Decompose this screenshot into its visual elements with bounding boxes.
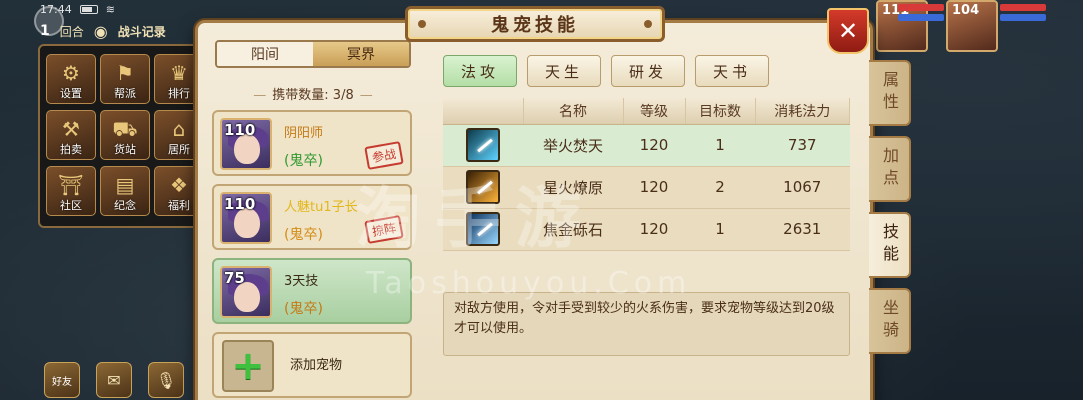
tab-attributes[interactable]: 属性 — [869, 60, 911, 126]
table-row[interactable]: 举火焚天 120 1 737 — [443, 124, 850, 167]
side-tabs: 属性 加点 技能 坐骑 — [869, 60, 911, 354]
blue-sword-skill-icon — [466, 128, 500, 162]
menu-shop[interactable]: ⛟ 货站 — [100, 110, 150, 160]
left-menu-grid: ⚙ 设置 ⚑ 帮派 ♛ 排行 ⚒ 拍卖 ⛟ 货站 ⌂ 居所 ⛩ 社区 ▤ 纪念 ❖ 福利 — [38, 44, 204, 228]
pet-avatar: 110 — [220, 192, 272, 244]
tab-add-points[interactable]: 加点 — [869, 136, 911, 202]
support-stamp: 掠阵 — [364, 215, 404, 244]
tab-research[interactable]: 研发 — [611, 55, 685, 87]
menu-memorial[interactable]: ▤ 纪念 — [100, 166, 150, 216]
book-icon: ▤ — [115, 173, 135, 197]
pet-avatar: 110 — [220, 118, 272, 170]
tab-yangjian[interactable]: 阳间 — [217, 42, 313, 66]
wifi-icon: ≋ — [105, 2, 115, 16]
pet-card-3[interactable]: 75 3天技 (鬼卒) — [212, 258, 412, 324]
pet-name: 阴阳师 — [284, 126, 324, 141]
battle-stamp: 参战 — [364, 141, 404, 170]
player-hp-bar — [1000, 4, 1046, 11]
tab-mount[interactable]: 坐骑 — [869, 288, 911, 354]
player-mp-bar — [1000, 14, 1046, 21]
menu-community[interactable]: ⛩ 社区 — [46, 166, 96, 216]
battle-log-button[interactable]: 战斗记录 — [118, 23, 166, 40]
skill-category-tabs: 法攻 天生 研发 天书 — [443, 55, 769, 87]
skill-mana: 1067 — [755, 166, 850, 209]
col-level: 等级 — [623, 98, 686, 125]
microphone-icon[interactable]: 🎙 — [148, 362, 184, 398]
realm-tabs: 阳间 冥界 — [215, 40, 411, 68]
pet-card-1[interactable]: 110 阴阳师 (鬼卒) 参战 — [212, 110, 412, 176]
bottom-toolbar: 好友 ✉ 🎙 — [44, 362, 184, 398]
chat-icon[interactable]: ✉ — [96, 362, 132, 398]
skill-level: 120 — [623, 208, 685, 251]
gavel-icon: ⚒ — [62, 117, 80, 141]
col-name: 名称 — [523, 98, 624, 125]
col-targets: 目标数 — [685, 98, 756, 125]
flame-sword-skill-icon — [466, 170, 500, 204]
pet-hp-mp-bars — [898, 4, 944, 26]
skill-level: 120 — [623, 166, 685, 209]
skill-mana: 2631 — [755, 208, 850, 251]
skill-targets: 1 — [685, 124, 755, 167]
dialog-title: 鬼宠技能 — [405, 6, 665, 42]
title-ornament-right — [644, 20, 652, 28]
skill-targets: 1 — [685, 208, 755, 251]
add-pet-button[interactable]: + 添加宠物 — [212, 332, 412, 398]
skill-name: 焦金砾石 — [523, 208, 623, 251]
pet-hp-bar — [898, 4, 944, 11]
tab-heaven-book[interactable]: 天书 — [695, 55, 769, 87]
pavilion-icon: ⛩ — [58, 173, 84, 197]
pet-type: (鬼卒) — [284, 153, 323, 169]
pet-type: (鬼卒) — [284, 227, 323, 243]
round-info: 1 回合 ◉ 战斗记录 — [40, 20, 166, 42]
title-ornament-left — [418, 20, 426, 28]
col-icon — [443, 98, 524, 125]
table-row[interactable]: 星火燎原 120 2 1067 — [443, 166, 850, 209]
skill-mana: 737 — [755, 124, 850, 167]
player-portrait[interactable]: 104 — [946, 0, 998, 52]
pet-card-2[interactable]: 110 人魅tu1子长 (鬼卒) 掠阵 — [212, 184, 412, 250]
pet-type: (鬼卒) — [284, 301, 323, 317]
cart-icon: ⛟ — [112, 117, 138, 141]
menu-guild[interactable]: ⚑ 帮派 — [100, 54, 150, 104]
plus-icon: + — [222, 340, 274, 392]
status-bar: 17:44 ≋ — [40, 0, 115, 18]
menu-auction[interactable]: ⚒ 拍卖 — [46, 110, 96, 160]
skill-targets: 2 — [685, 166, 755, 209]
tab-innate[interactable]: 天生 — [527, 55, 601, 87]
clock: 17:44 — [40, 2, 72, 16]
skill-description: 对敌方使用，令对手受到较少的火系伤害，要求宠物等级达到20级才可以使用。 — [443, 292, 850, 356]
tab-skills[interactable]: 技能 — [869, 212, 911, 278]
pet-avatar: 75 — [220, 266, 272, 318]
ice-blade-skill-icon — [466, 212, 500, 246]
pet-mp-bar — [898, 14, 944, 21]
pet-name: 3天技 — [284, 274, 319, 289]
skill-level: 120 — [623, 124, 685, 167]
add-pet-label: 添加宠物 — [290, 358, 343, 373]
pet-name: 人魅tu1子长 — [284, 200, 358, 215]
friends-button[interactable]: 好友 — [44, 362, 80, 398]
round-number: 1 — [40, 23, 50, 39]
tab-mingjie[interactable]: 冥界 — [313, 42, 409, 66]
col-mana: 消耗法力 — [755, 98, 850, 125]
menu-settings[interactable]: ⚙ 设置 — [46, 54, 96, 104]
player-hp-mp-bars — [1000, 4, 1046, 26]
battery-icon — [79, 4, 98, 14]
eye-icon[interactable]: ◉ — [94, 22, 108, 41]
table-header: 名称 等级 目标数 消耗法力 — [443, 98, 850, 125]
close-button[interactable]: ✕ — [827, 8, 869, 54]
banner-icon: ⚑ — [116, 61, 134, 85]
carry-count: 携带数量: 3/8 — [215, 84, 411, 103]
round-label: 回合 — [59, 24, 84, 39]
table-row[interactable]: 焦金砾石 120 1 2631 — [443, 208, 850, 251]
skill-name: 举火焚天 — [523, 124, 623, 167]
skill-name: 星火燎原 — [523, 166, 623, 209]
gear-icon: ⚙ — [62, 61, 80, 85]
skill-table: 名称 等级 目标数 消耗法力 举火焚天 120 1 737 星火燎原 120 2… — [443, 98, 850, 251]
tab-magic-attack[interactable]: 法攻 — [443, 55, 517, 87]
